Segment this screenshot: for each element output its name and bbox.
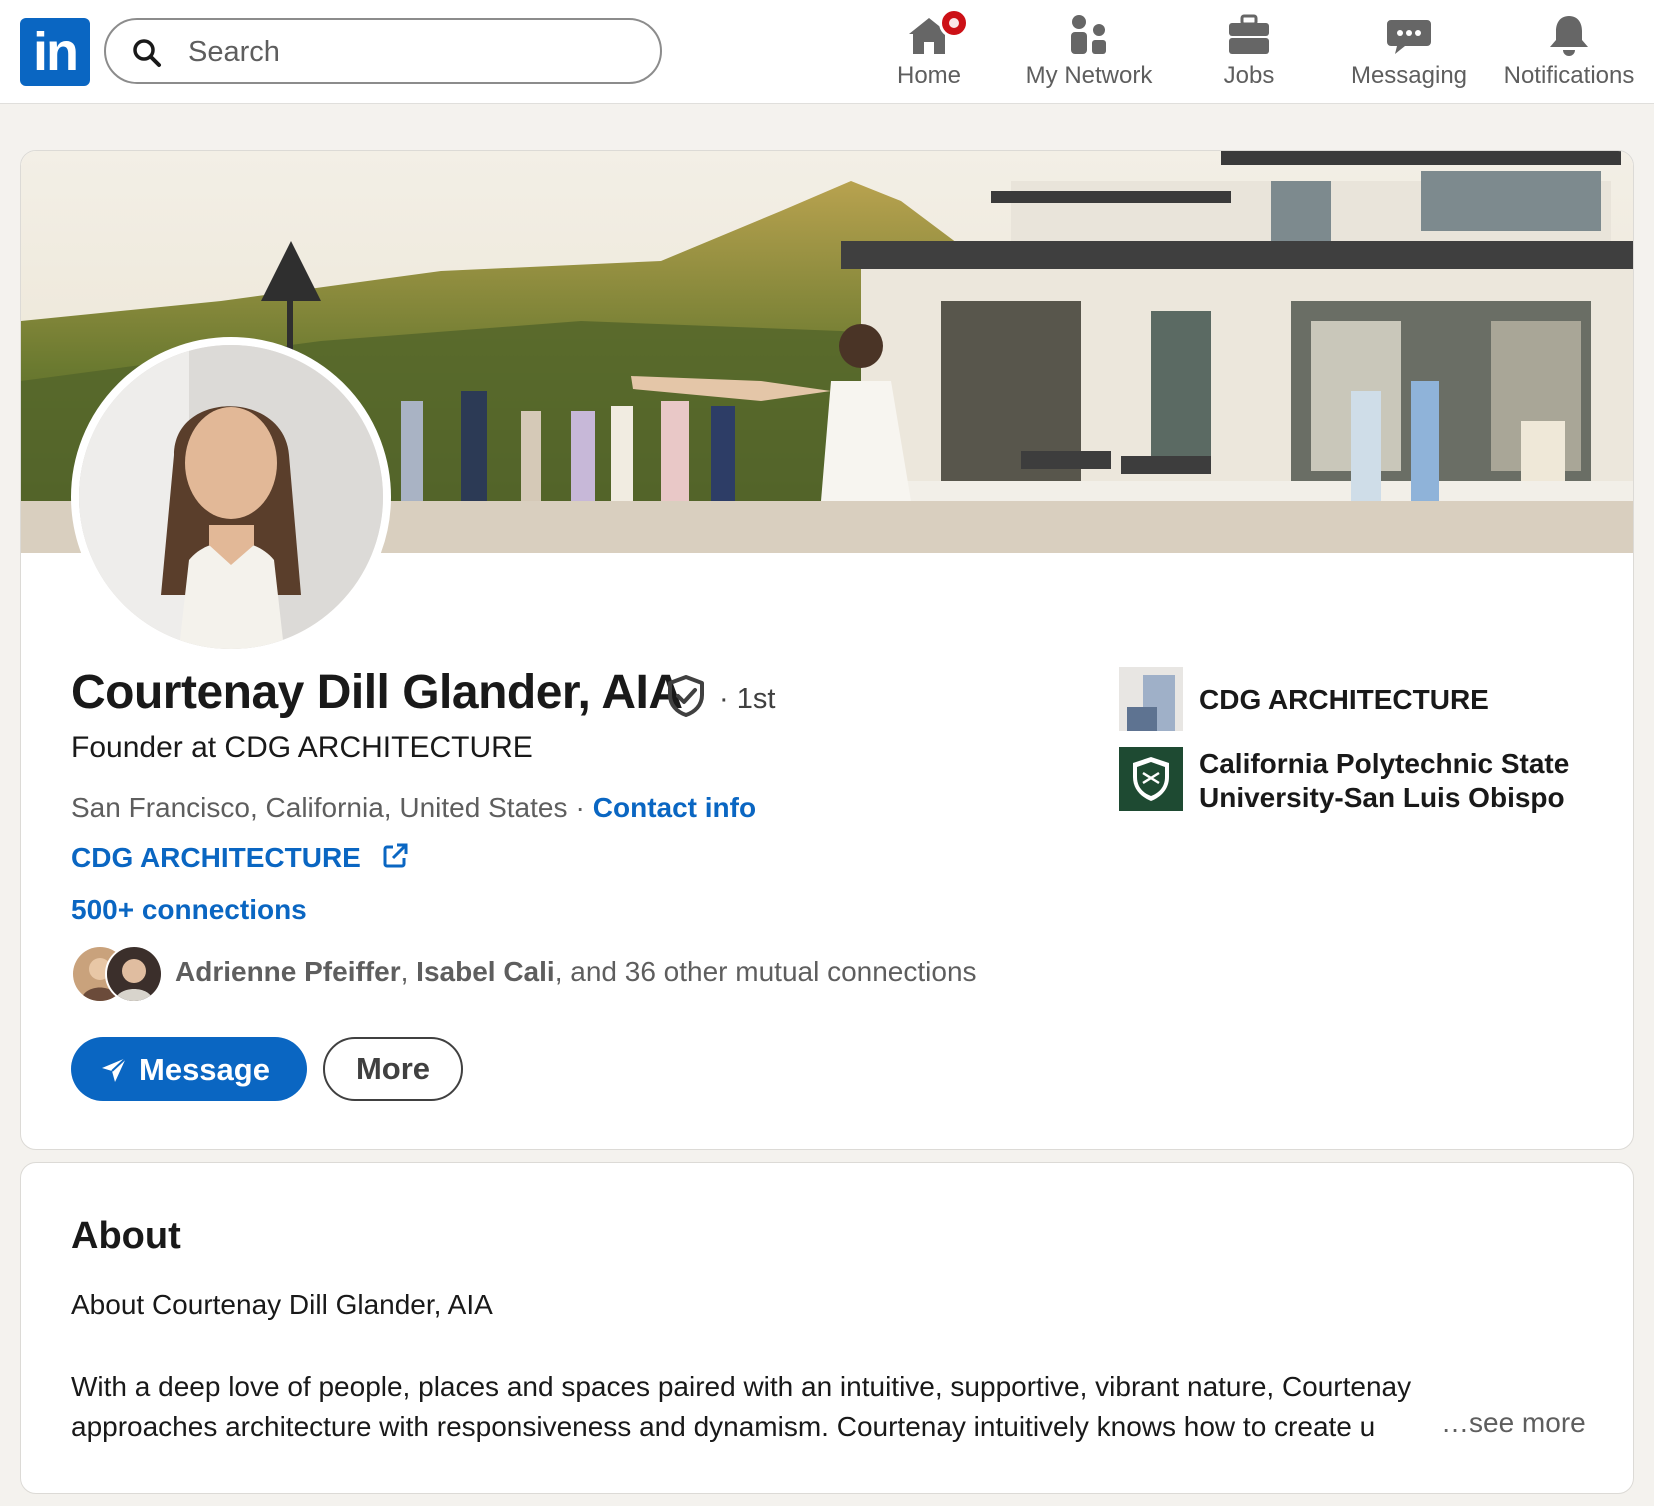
nav-my-network-label: My Network [1025,62,1153,89]
chat-icon [1387,20,1431,54]
mutual-avatar-2[interactable] [105,945,163,1003]
profile-location-row: San Francisco, California, United States… [71,792,756,824]
verified-shield-icon[interactable] [666,674,706,718]
website-link[interactable]: CDG ARCHITECTURE [71,842,361,873]
bell-icon [1550,16,1588,56]
profile-location: San Francisco, California, United States [71,792,568,823]
message-button-label: Message [139,1052,270,1087]
nav-my-network[interactable]: My Network [1014,12,1164,96]
connections-link[interactable]: 500+ connections [71,894,307,926]
more-button[interactable]: More [323,1037,463,1101]
search-bar[interactable] [104,18,662,84]
about-line-1: With a deep love of people, places and s… [71,1371,1412,1402]
separator-dot: · [575,792,585,823]
mutual-name-1[interactable]: Adrienne Pfeiffer [175,956,401,987]
nav-notifications-label: Notifications [1503,62,1635,89]
briefcase-icon [1229,14,1269,54]
people-icon [1071,15,1106,54]
contact-info-link[interactable]: Contact info [593,792,756,823]
mutual-connection-avatars[interactable] [71,945,171,1003]
connection-degree: · 1st [719,683,776,715]
nav-messaging[interactable]: Messaging [1334,12,1484,96]
see-more-link[interactable]: …see more [1441,1407,1586,1439]
nav-jobs-label: Jobs [1223,62,1275,89]
school-name[interactable]: California Polytechnic State University-… [1199,747,1619,815]
nav-messaging-label: Messaging [1350,62,1468,89]
profile-name: Courtenay Dill Glander, AIA [71,666,683,719]
external-link-icon [383,843,408,868]
nav-home[interactable]: Home [854,8,1004,96]
nav-notifications[interactable]: Notifications [1494,12,1644,96]
notification-badge [939,8,969,38]
search-icon [133,39,161,67]
about-heading: About [71,1215,181,1257]
profile-photo[interactable] [71,337,391,657]
company-logo [1119,667,1183,731]
about-subtitle: About Courtenay Dill Glander, AIA [71,1289,493,1320]
message-button[interactable]: Message [71,1037,307,1101]
about-card: About About Courtenay Dill Glander, AIA … [20,1162,1634,1494]
profile-photo-image [79,345,383,649]
mutual-name-2[interactable]: Isabel Cali [416,956,555,987]
school-logo [1119,747,1183,811]
profile-card: Courtenay Dill Glander, AIA · 1st Founde… [20,150,1634,1150]
about-line-2: approaches architecture with responsiven… [71,1411,1376,1442]
nav-home-label: Home [896,62,962,89]
mutual-rest: , and 36 other mutual connections [554,956,977,987]
nav-jobs[interactable]: Jobs [1174,12,1324,96]
about-text: With a deep love of people, places and s… [71,1367,1451,1447]
send-icon [102,1057,127,1082]
linkedin-logo[interactable]: in [20,18,90,86]
website-row[interactable]: CDG ARCHITECTURE [71,842,409,874]
profile-headline: Founder at CDG ARCHITECTURE [71,731,533,764]
mutual-connections-text[interactable]: Adrienne Pfeiffer, Isabel Cali, and 36 o… [175,956,977,988]
search-input[interactable] [186,30,630,74]
top-navigation-bar: in Home My Network [0,0,1654,104]
mutual-separator: , [400,956,417,987]
company-name[interactable]: CDG ARCHITECTURE [1199,683,1619,717]
